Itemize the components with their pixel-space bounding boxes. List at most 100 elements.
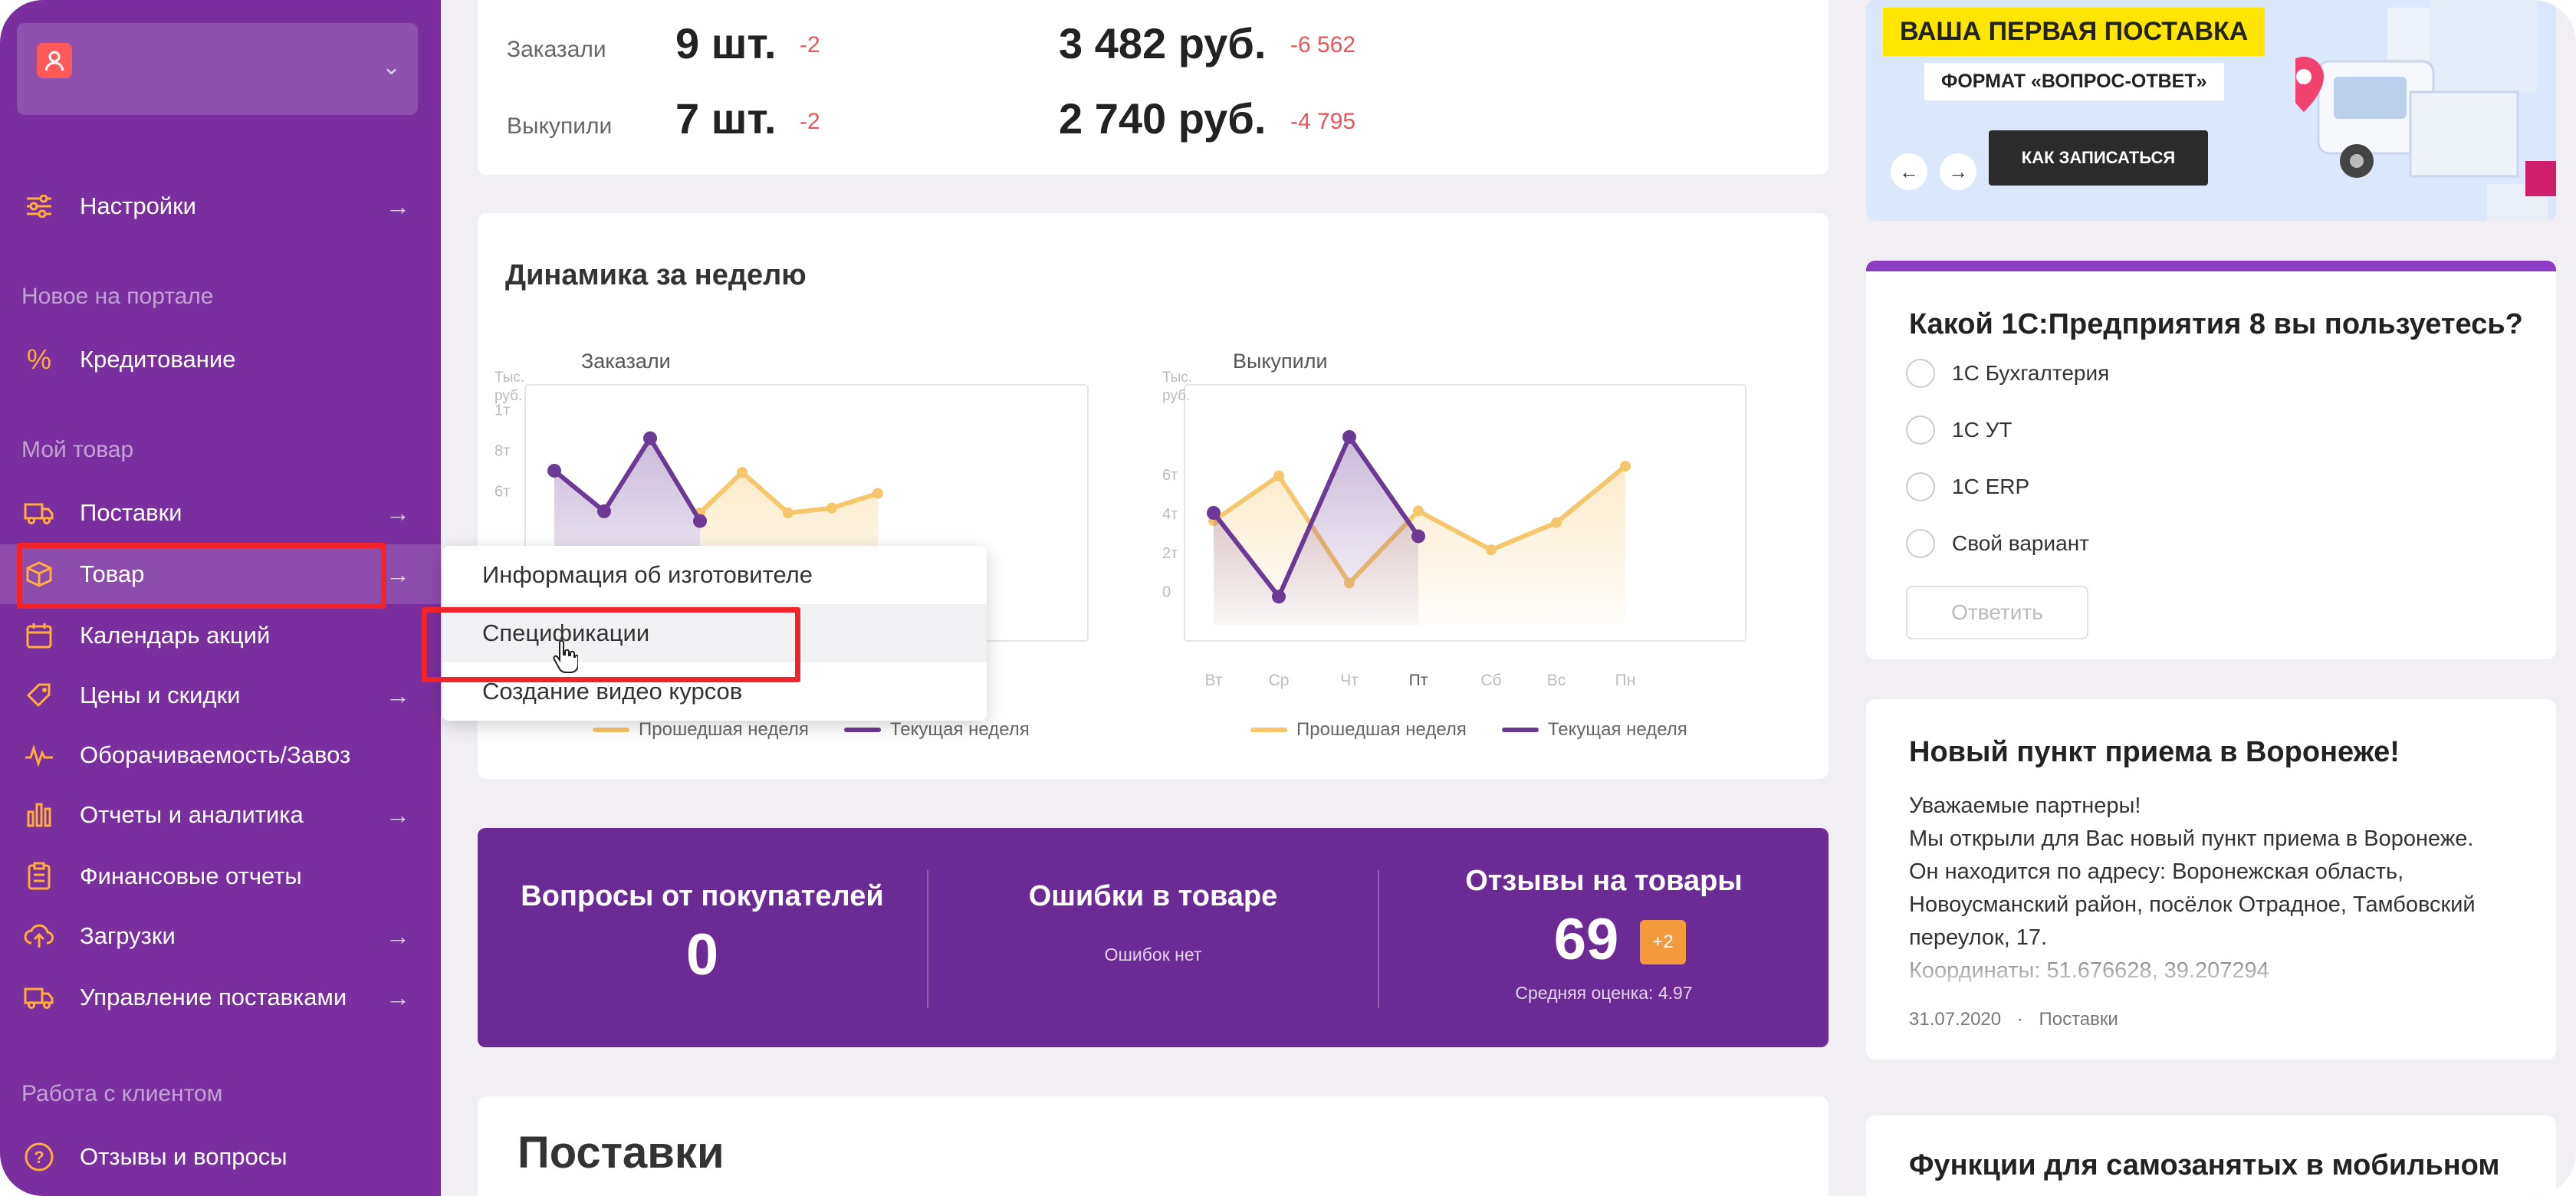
legend-swatch-cur — [1501, 728, 1539, 732]
poll-option-label: 1С Бухгалтерия — [1952, 361, 2110, 385]
sidebar-item[interactable]: Отчеты и аналитика → — [0, 785, 441, 845]
series-point — [1273, 470, 1284, 481]
sidebar-item[interactable]: Загрузки → — [0, 906, 441, 966]
errors-sub: Ошибок нет — [1104, 945, 1202, 964]
x-tick-label: Чт — [1340, 672, 1359, 689]
ordered-label: Заказали — [507, 37, 606, 62]
poll-option-label: 1С УТ — [1952, 418, 2013, 442]
y-tick-label: 4т — [1162, 506, 1178, 523]
sidebar-item-settings[interactable]: Настройки → — [0, 176, 441, 236]
series-point — [1620, 461, 1631, 472]
sidebar-item-reviews[interactable]: ? Отзывы и вопросы — [0, 1127, 441, 1187]
legend-cur-label: Текущая неделя — [1547, 719, 1687, 740]
y-axis-label: руб. — [1162, 388, 1190, 404]
sidebar-item[interactable]: Управление поставками → — [0, 968, 441, 1027]
sidebar-item[interactable]: Календарь акций — [0, 606, 441, 665]
svg-text:?: ? — [34, 1148, 44, 1167]
sidebar-item-label: Цены и скидки — [80, 682, 241, 708]
news-date: 31.07.2020 — [1909, 1009, 2002, 1030]
submenu-item-manufacturer[interactable]: Информация об изготовителе — [442, 546, 987, 604]
series-point — [826, 502, 837, 514]
news-fade — [1866, 952, 2556, 998]
bar-chart-icon — [21, 797, 57, 833]
arrow-right-icon: → — [386, 681, 410, 709]
y-tick-label: 0 — [1162, 584, 1171, 601]
ordered-qty: 9 шт. — [675, 19, 777, 67]
series-point — [783, 508, 794, 518]
ordered-qty-delta: -2 — [800, 32, 820, 58]
radio-icon[interactable] — [1906, 529, 1935, 558]
bought-sum: 2 740 руб. — [1059, 94, 1267, 143]
legend-left: Прошедшая неделя Текущая неделя — [593, 719, 1030, 741]
series-point — [1413, 505, 1424, 517]
account-switcher[interactable]: ⌄ — [17, 23, 418, 115]
sidebar-item[interactable]: Оборачиваемость/Завоз — [0, 725, 441, 785]
tag-icon — [21, 678, 57, 713]
radio-icon[interactable] — [1906, 472, 1935, 501]
percent-icon: % — [26, 343, 51, 375]
legend-prev-label: Прошедшая неделя — [639, 719, 809, 740]
news-title[interactable]: Новый пункт приема в Воронеже! — [1909, 736, 2400, 769]
section-title-clients: Работа с клиентом — [21, 1081, 223, 1106]
radio-icon[interactable] — [1906, 416, 1935, 445]
y-tick-label: 2т — [1162, 545, 1178, 562]
x-tick-label: Вс — [1547, 672, 1566, 689]
poll-option[interactable]: 1С УТ — [1906, 416, 2012, 445]
x-tick-label: Пт — [1409, 672, 1428, 689]
app-window: ⌄ Настройки → Новое на портале % Кредито… — [0, 0, 2576, 1196]
series-point — [872, 488, 883, 499]
legend-right: Прошедшая неделя Текущая неделя — [1250, 719, 1687, 741]
stats-card: Заказали 9 шт. -2 3 482 руб. -6 562 Выку… — [478, 0, 1829, 175]
hand-cursor-icon — [552, 639, 579, 678]
poll-submit-button[interactable]: Ответить — [1906, 586, 2088, 639]
supplies-card: Поставки — [478, 1096, 1829, 1196]
series-point — [1272, 590, 1286, 604]
poll-card: Какой 1С:Предприятия 8 вы пользуетесь? 1… — [1866, 261, 2556, 659]
question-circle-icon: ? — [21, 1139, 57, 1175]
radio-icon[interactable] — [1906, 359, 1935, 388]
banner-headline: ВАША ПЕРВАЯ ПОСТАВКА — [1883, 8, 2266, 56]
errors-title[interactable]: Ошибки в товаре — [928, 880, 1378, 913]
sidebar-item-label: Оборачиваемость/Завоз — [80, 741, 351, 768]
ordered-sum: 3 482 руб. — [1059, 19, 1267, 67]
sidebar-item[interactable]: Поставки → — [0, 483, 441, 543]
legend-cur-label: Текущая неделя — [889, 719, 1030, 740]
banner-prev-icon[interactable]: ← — [1891, 153, 1927, 190]
chart-title: Заказали — [581, 350, 671, 373]
arrow-right-icon: → — [386, 800, 410, 829]
banner-next-icon[interactable]: → — [1940, 153, 1976, 190]
sidebar-item[interactable]: Цены и скидки → — [0, 665, 441, 725]
questions-title[interactable]: Вопросы от покупателей — [478, 880, 927, 913]
poll-option[interactable]: Свой вариант — [1906, 529, 2089, 558]
banner-subheadline: ФОРМАТ «ВОПРОС-ОТВЕТ» — [1924, 63, 2224, 100]
poll-option[interactable]: 1С Бухгалтерия — [1906, 359, 2109, 388]
promo-banner[interactable]: ВАША ПЕРВАЯ ПОСТАВКА ФОРМАТ «ВОПРОС-ОТВЕ… — [1866, 0, 2556, 221]
series-point — [1342, 429, 1356, 444]
truck-icon — [21, 980, 57, 1015]
truck-illustration-icon — [2295, 0, 2556, 221]
reviews-title[interactable]: Отзывы на товары — [1379, 865, 1829, 898]
bought-qty: 7 шт. — [675, 94, 777, 143]
x-tick-label: Ср — [1269, 672, 1290, 689]
summary-card: Вопросы от покупателей 0 Ошибки в товаре… — [478, 828, 1829, 1047]
series-point — [693, 514, 707, 528]
bought-label: Выкупили — [507, 113, 613, 139]
ordered-sum-delta: -6 562 — [1290, 32, 1356, 58]
bought-qty-delta: -2 — [800, 109, 820, 134]
highlight-box-tovar — [17, 543, 386, 609]
news-card[interactable]: Новый пункт приема в Воронеже! Уважаемые… — [1866, 699, 2556, 1060]
truck-icon — [21, 495, 57, 531]
sidebar-item-credit[interactable]: % Кредитование — [0, 330, 441, 389]
news-category[interactable]: Поставки — [2039, 1009, 2118, 1030]
calendar-icon — [21, 618, 57, 653]
sidebar-item-label: Отчеты и аналитика — [80, 801, 304, 828]
self-employed-title: Функции для самозанятых в мобильном — [1909, 1149, 2500, 1181]
section-title-goods: Мой товар — [21, 437, 134, 462]
banner-signup-button[interactable]: КАК ЗАПИСАТЬСЯ — [1989, 130, 2208, 186]
series-point — [1207, 506, 1221, 520]
self-employed-card[interactable]: Функции для самозанятых в мобильном — [1866, 1116, 2556, 1196]
series-point — [737, 467, 748, 478]
poll-option[interactable]: 1С ERP — [1906, 472, 2029, 501]
sidebar-item[interactable]: Финансовые отчеты — [0, 846, 441, 906]
series-point — [1486, 544, 1497, 556]
